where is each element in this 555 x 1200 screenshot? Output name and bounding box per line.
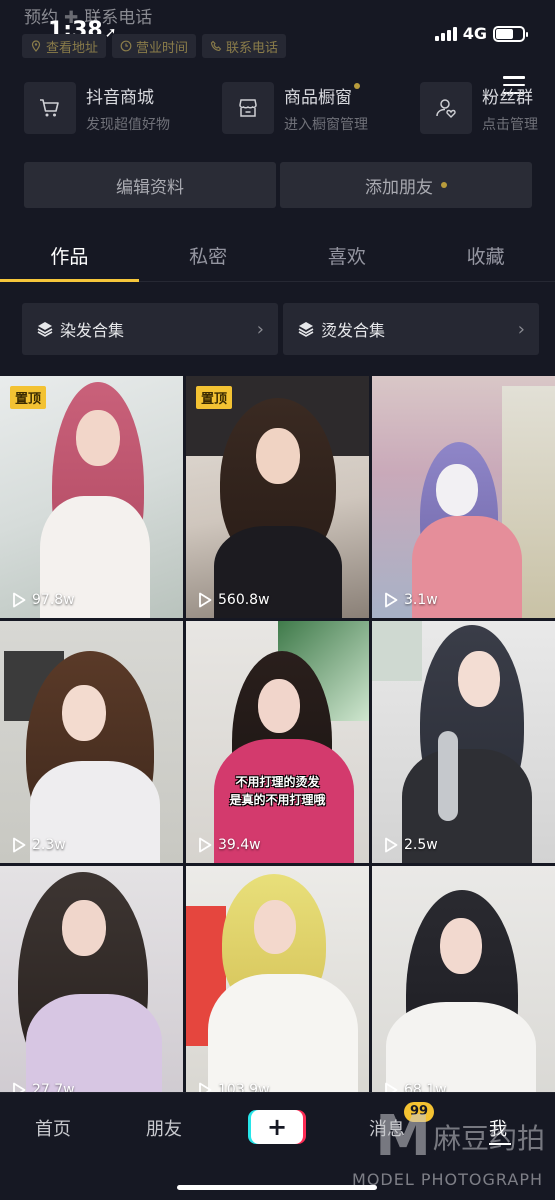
play-icon xyxy=(385,837,398,853)
add-friends-button[interactable]: 添加朋友 xyxy=(280,162,532,208)
collection-perm[interactable]: 烫发合集 › xyxy=(283,303,539,355)
phone-icon xyxy=(210,40,222,52)
play-count-text: 560.8w xyxy=(218,592,270,608)
play-icon xyxy=(13,837,26,853)
video-thumbnail[interactable]: 103.9w xyxy=(186,866,369,1108)
play-count: 39.4w xyxy=(198,837,261,853)
watermark-subtext: MODEL PHOTOGRAPH xyxy=(352,1170,543,1189)
watermark-m-icon: M xyxy=(375,1104,431,1169)
collections-row: 染发合集 › 烫发合集 › xyxy=(22,303,539,355)
video-thumbnail[interactable]: 3.1w xyxy=(372,376,555,618)
location-pin-icon xyxy=(31,40,41,52)
chip-hours[interactable]: 营业时间 xyxy=(112,34,197,58)
edit-profile-label: 编辑资料 xyxy=(116,177,184,198)
notification-dot xyxy=(441,182,447,188)
shop-fan-group-subtitle: 点击管理 xyxy=(482,116,538,133)
shop-item-fan-group[interactable]: 粉丝群 点击管理 xyxy=(420,82,538,134)
play-icon xyxy=(199,837,212,853)
storefront-icon xyxy=(222,82,274,134)
layers-icon xyxy=(37,322,53,337)
tab-works[interactable]: 作品 xyxy=(0,234,139,282)
edit-profile-button[interactable]: 编辑资料 xyxy=(24,162,276,208)
shop-mall-title: 抖音商城 xyxy=(86,87,154,108)
battery-icon xyxy=(493,25,528,42)
pinned-badge: 置顶 xyxy=(196,386,233,409)
watermark-logo: M 麻豆约拍 xyxy=(375,1104,545,1169)
profile-buttons: 编辑资料 添加朋友 xyxy=(24,162,532,208)
plus-icon: + xyxy=(266,1113,288,1141)
shop-showcase-subtitle: 进入橱窗管理 xyxy=(284,116,368,133)
content-tabs: 作品 私密 喜欢 收藏 xyxy=(0,234,555,282)
chevron-right-icon: › xyxy=(517,318,525,340)
nav-home[interactable]: 首页 xyxy=(35,1115,71,1141)
play-count-text: 97.8w xyxy=(32,592,75,608)
play-count: 2.5w xyxy=(384,837,438,853)
video-thumbnail[interactable]: 27.7w xyxy=(0,866,183,1108)
play-count-text: 39.4w xyxy=(218,837,261,853)
chip-address-label: 查看地址 xyxy=(46,40,99,56)
pinned-badge: 置顶 xyxy=(10,386,47,409)
video-caption-text: 不用打理的烫发 是真的不用打理哦 xyxy=(229,775,326,807)
shop-showcase-title: 商品橱窗 xyxy=(284,87,352,108)
chip-phone-label: 联系电话 xyxy=(226,40,279,56)
add-friends-label: 添加朋友 xyxy=(365,177,433,198)
clock-icon xyxy=(120,40,132,52)
shop-item-showcase[interactable]: 商品橱窗 进入橱窗管理 xyxy=(222,82,368,134)
shop-item-mall[interactable]: 抖音商城 发现超值好物 xyxy=(24,82,170,134)
nav-friends[interactable]: 朋友 xyxy=(146,1115,182,1141)
tab-private[interactable]: 私密 xyxy=(139,234,278,281)
play-count-text: 3.1w xyxy=(404,592,438,608)
watermark-text: 麻豆约拍 xyxy=(432,1122,545,1155)
video-thumbnail[interactable]: 2.5w xyxy=(372,621,555,863)
play-icon xyxy=(13,592,26,608)
shop-fan-group-title: 粉丝群 xyxy=(482,87,533,108)
play-count-text: 2.5w xyxy=(404,837,438,853)
signal-icon xyxy=(434,26,457,41)
video-thumbnail[interactable]: 2.3w xyxy=(0,621,183,863)
play-count: 97.8w xyxy=(12,592,75,608)
chevron-right-icon: › xyxy=(256,318,264,340)
play-icon xyxy=(199,592,212,608)
play-count: 3.1w xyxy=(384,592,438,608)
video-thumbnail[interactable]: 置顶 560.8w xyxy=(186,376,369,618)
business-chips: 查看地址 营业时间 联系电话 xyxy=(22,34,287,58)
network-type: 4G xyxy=(462,24,487,43)
video-caption: 不用打理的烫发 是真的不用打理哦 xyxy=(186,773,369,809)
create-button[interactable]: + xyxy=(251,1110,303,1144)
notification-dot xyxy=(354,82,360,89)
chip-phone[interactable]: 联系电话 xyxy=(202,34,287,58)
tab-favorites[interactable]: 收藏 xyxy=(416,234,555,281)
play-icon xyxy=(385,592,398,608)
collection-dye-label: 染发合集 xyxy=(60,321,125,340)
shop-row: 抖音商城 发现超值好物 商品橱窗 进入橱窗管理 粉丝群 点击管理 xyxy=(24,82,555,138)
video-thumbnail[interactable]: 不用打理的烫发 是真的不用打理哦 39.4w xyxy=(186,621,369,863)
cart-icon xyxy=(24,82,76,134)
layers-icon xyxy=(298,322,314,337)
home-indicator[interactable] xyxy=(177,1185,377,1190)
fan-group-icon xyxy=(420,82,472,134)
chip-hours-label: 营业时间 xyxy=(136,40,189,56)
collection-dye[interactable]: 染发合集 › xyxy=(22,303,278,355)
video-thumbnail[interactable]: 68.1w xyxy=(372,866,555,1108)
status-icons: 4G xyxy=(434,24,528,43)
tab-likes[interactable]: 喜欢 xyxy=(278,234,417,281)
chip-address[interactable]: 查看地址 xyxy=(22,34,107,58)
battery-level xyxy=(496,28,513,39)
collection-perm-label: 烫发合集 xyxy=(321,321,386,340)
play-count: 2.3w xyxy=(12,837,66,853)
shop-mall-subtitle: 发现超值好物 xyxy=(86,116,170,133)
play-count: 560.8w xyxy=(198,592,270,608)
video-grid: 置顶 97.8w 置顶 560.8w 3.1w 2.3w 不用打理的烫发 是真的不 xyxy=(0,376,555,1108)
play-count-text: 2.3w xyxy=(32,837,66,853)
video-thumbnail[interactable]: 置顶 97.8w xyxy=(0,376,183,618)
